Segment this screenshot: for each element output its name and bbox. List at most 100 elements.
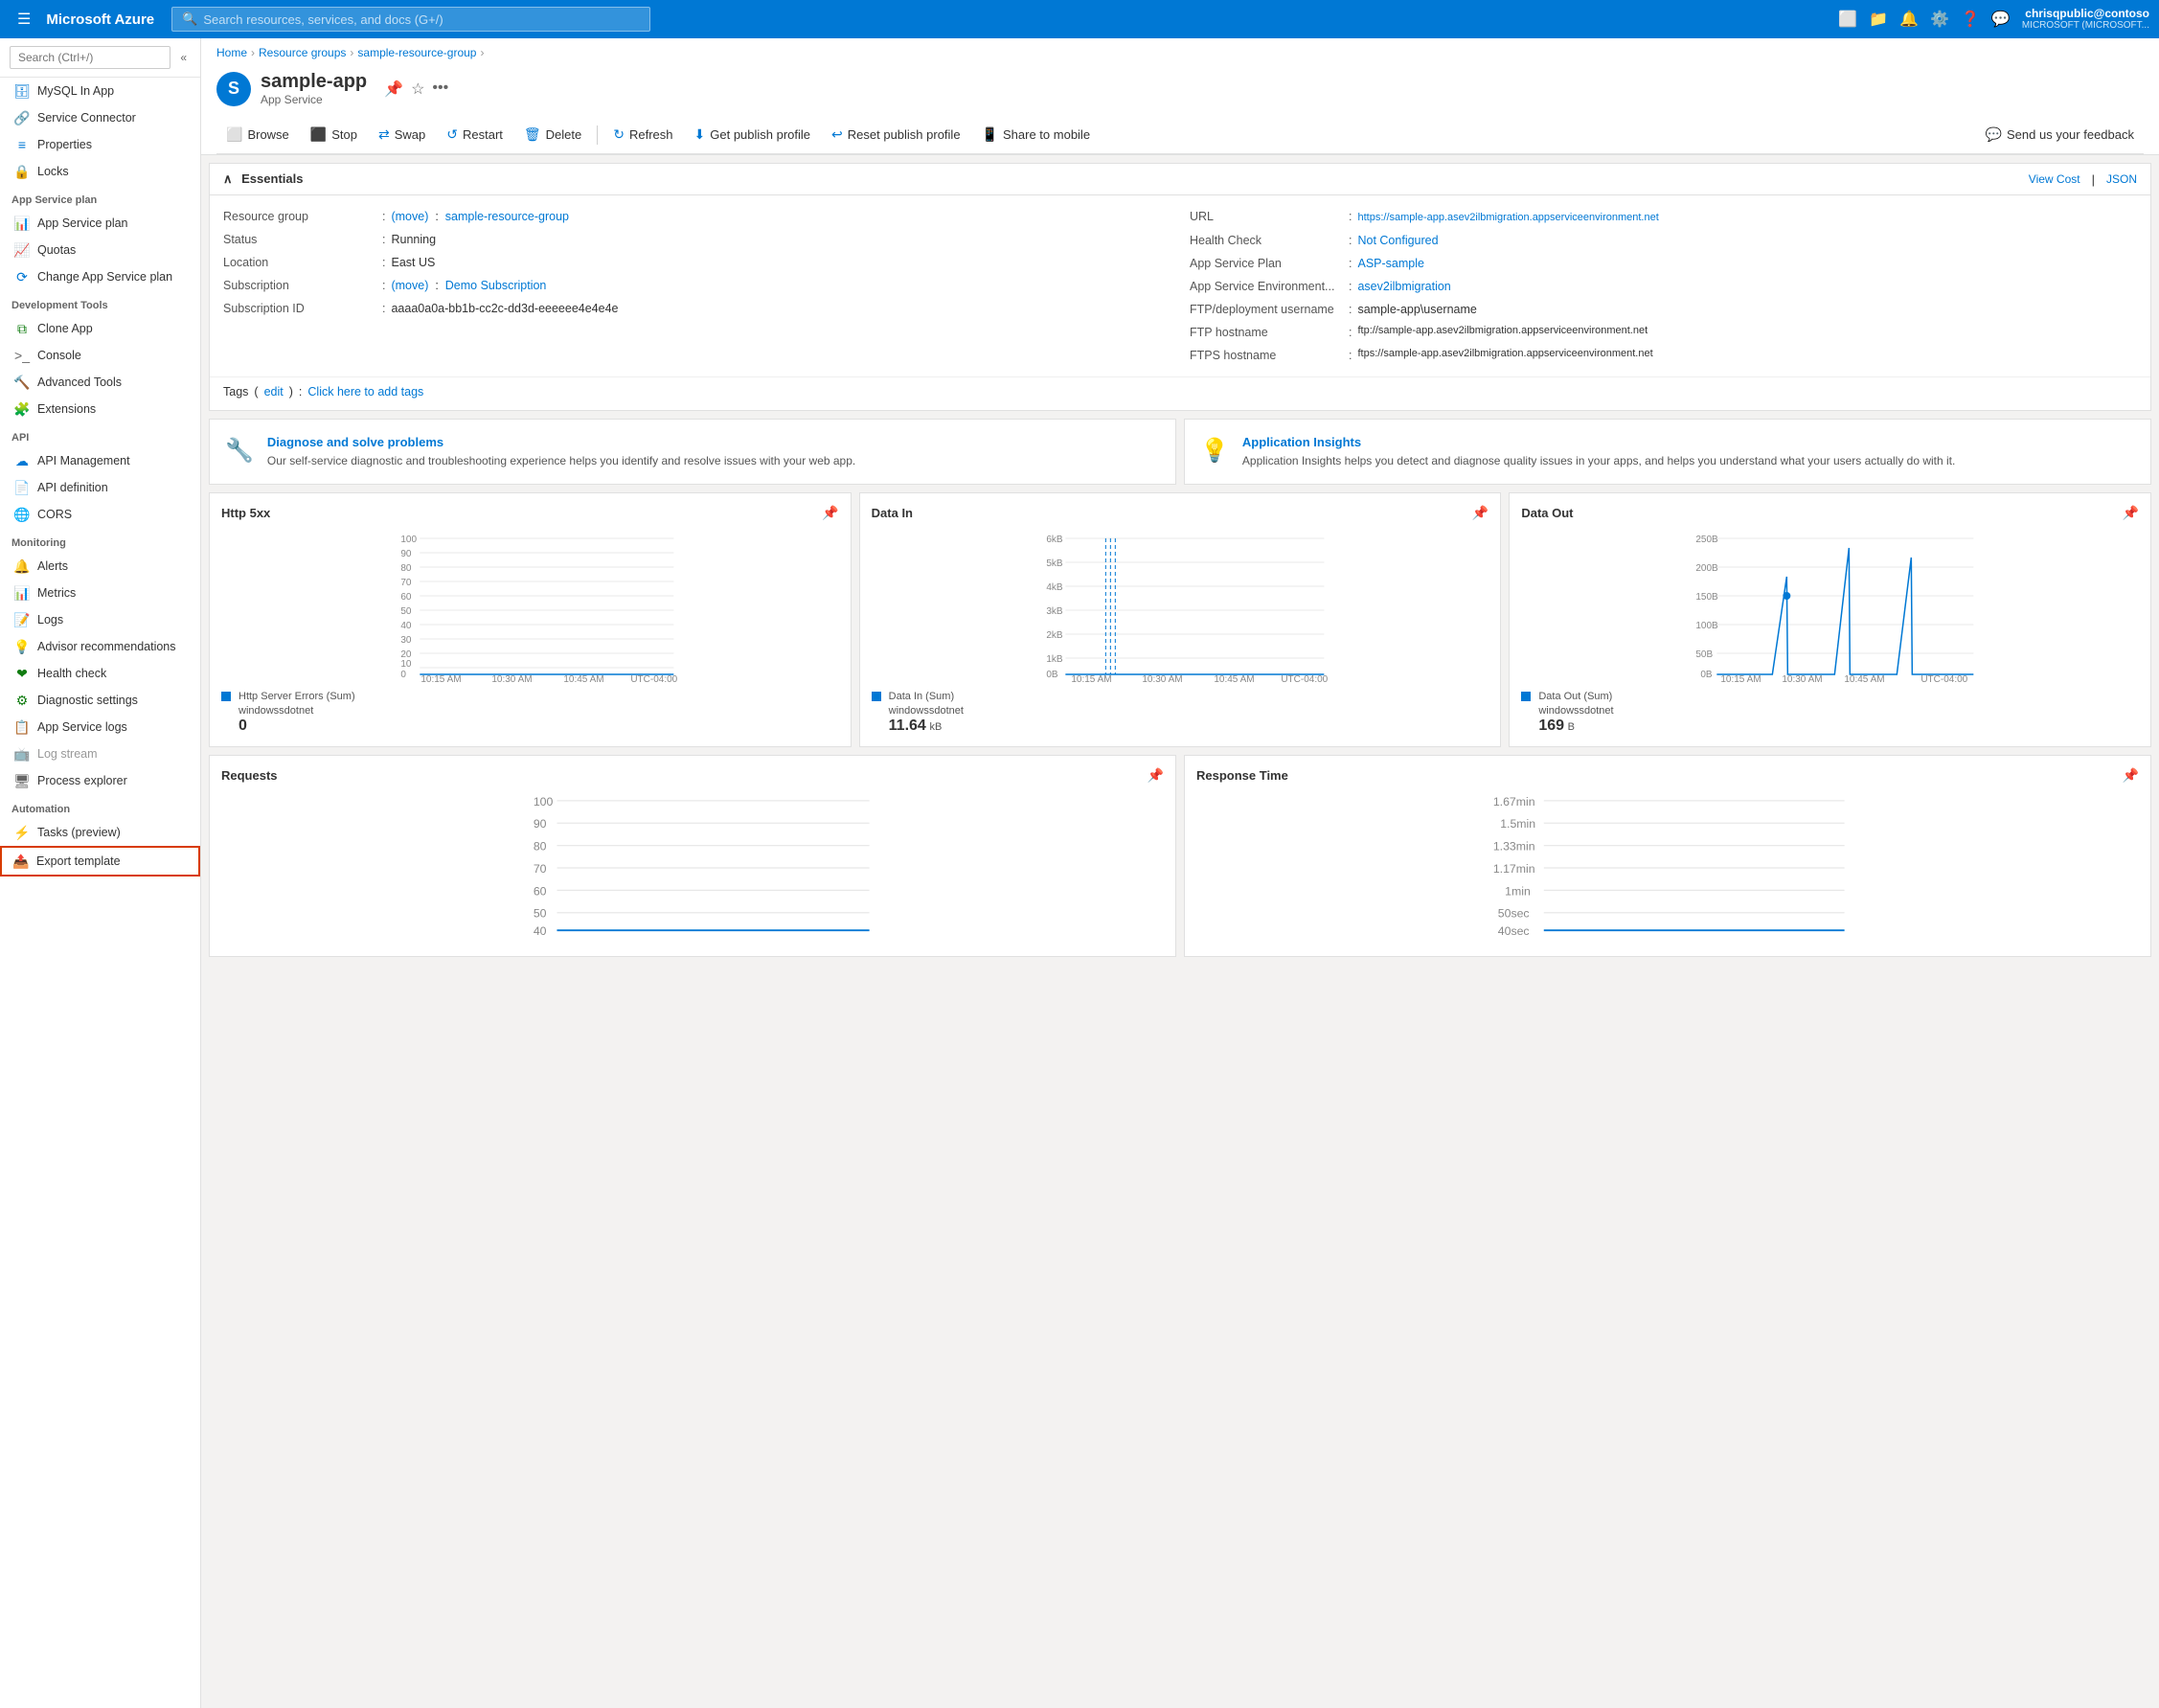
view-cost-link[interactable]: View Cost: [2029, 172, 2080, 187]
app-icon: S: [216, 72, 251, 106]
service-connector-icon: 🔗: [14, 110, 30, 125]
global-search-box[interactable]: 🔍: [171, 7, 650, 32]
rg-name-link[interactable]: sample-resource-group: [445, 210, 569, 223]
sidebar-item-extensions[interactable]: 🧩 Extensions: [0, 396, 200, 422]
svg-text:90: 90: [534, 817, 547, 831]
user-name: chrisqpublic@contoso: [2022, 7, 2149, 20]
delete-button[interactable]: 🗑 Delete: [514, 122, 591, 148]
help-icon[interactable]: ❓: [1961, 10, 1980, 29]
essentials-title-text: Essentials: [241, 171, 303, 186]
chart-data-in-pin[interactable]: 📌: [1472, 505, 1489, 521]
stop-button[interactable]: ⬛ Stop: [301, 122, 367, 148]
reset-publish-profile-button[interactable]: ↩ Reset publish profile: [822, 122, 970, 148]
sidebar-item-advanced-tools[interactable]: 🔨 Advanced Tools: [0, 369, 200, 396]
rg-move-link[interactable]: (move): [391, 210, 428, 223]
health-check-link[interactable]: Not Configured: [1357, 234, 1438, 247]
sidebar-item-change-plan[interactable]: ⟳ Change App Service plan: [0, 263, 200, 290]
breadcrumb-sample-resource-group[interactable]: sample-resource-group: [357, 46, 476, 59]
chart-http5xx-pin[interactable]: 📌: [822, 505, 838, 521]
breadcrumb-resource-groups[interactable]: Resource groups: [259, 46, 346, 59]
svg-text:1kB: 1kB: [1046, 654, 1063, 665]
restart-button[interactable]: ↺ Restart: [437, 122, 512, 148]
sidebar-item-clone-app[interactable]: ⧉ Clone App: [0, 315, 200, 342]
chart-response-time-title: Response Time: [1196, 768, 1288, 783]
hamburger-menu[interactable]: ☰: [10, 6, 38, 33]
svg-text:40sec: 40sec: [1498, 924, 1530, 938]
swap-label: Swap: [395, 127, 426, 142]
subscription-name-link[interactable]: Demo Subscription: [445, 279, 547, 292]
chart-data-in-legend: Data In (Sum) windowssdotnet 11.64 kB: [872, 690, 1489, 735]
user-profile[interactable]: chrisqpublic@contoso MICROSOFT (MICROSOF…: [2022, 7, 2149, 32]
feedback-button[interactable]: 💬 Send us your feedback: [1976, 122, 2144, 148]
sidebar-item-export-template[interactable]: 📤 Export template: [0, 846, 200, 877]
essentials-toggle-icon[interactable]: ∧: [223, 171, 233, 186]
sidebar-item-locks[interactable]: 🔒 Locks: [0, 158, 200, 185]
url-link[interactable]: https://sample-app.asev2ilbmigration.app…: [1357, 212, 1658, 223]
sidebar-item-mysql[interactable]: 🗄 MySQL In App: [0, 78, 200, 104]
breadcrumb-home[interactable]: Home: [216, 46, 247, 59]
sidebar-item-tasks[interactable]: ⚡ Tasks (preview): [0, 819, 200, 846]
tasks-icon: ⚡: [14, 825, 30, 840]
sidebar-item-cors[interactable]: 🌐 CORS: [0, 501, 200, 528]
toolbar-sep-1: [597, 125, 598, 145]
sidebar-search-input[interactable]: [10, 46, 170, 69]
get-publish-profile-button[interactable]: ⬇ Get publish profile: [685, 122, 821, 148]
json-link[interactable]: JSON: [2106, 172, 2137, 187]
svg-text:10:45 AM: 10:45 AM: [1845, 674, 1885, 682]
sidebar-item-alerts[interactable]: 🔔 Alerts: [0, 553, 200, 580]
chart-http5xx-header: Http 5xx 📌: [221, 505, 839, 521]
sidebar-item-log-stream[interactable]: 📺 Log stream: [0, 740, 200, 767]
sidebar-item-diagnostic-settings[interactable]: ⚙ Diagnostic settings: [0, 687, 200, 714]
sidebar-item-app-service-plan[interactable]: 📊 App Service plan: [0, 210, 200, 237]
app-icon-letter: S: [228, 79, 239, 99]
chart-response-time-pin[interactable]: 📌: [2123, 767, 2139, 784]
asp-link[interactable]: ASP-sample: [1357, 257, 1423, 270]
url-value: https://sample-app.asev2ilbmigration.app…: [1357, 207, 1658, 227]
sidebar-item-metrics[interactable]: 📊 Metrics: [0, 580, 200, 606]
svg-text:1.67min: 1.67min: [1493, 795, 1535, 808]
data-in-value-row: 11.64 kB: [889, 717, 964, 735]
share-to-mobile-button[interactable]: 📱 Share to mobile: [972, 122, 1101, 148]
tags-add-link[interactable]: Click here to add tags: [307, 385, 423, 399]
reset-publish-label: Reset publish profile: [848, 127, 961, 142]
sidebar-section-api: API: [0, 422, 200, 447]
sidebar-item-process-explorer[interactable]: 🖥 Process explorer: [0, 767, 200, 794]
sidebar-item-health-check[interactable]: ❤ Health check: [0, 660, 200, 687]
chart-data-out-pin[interactable]: 📌: [2123, 505, 2139, 521]
sidebar-item-logs[interactable]: 📝 Logs: [0, 606, 200, 633]
tags-edit-link[interactable]: edit: [264, 385, 284, 399]
change-plan-icon: ⟳: [14, 269, 30, 285]
directory-icon[interactable]: 📁: [1869, 10, 1888, 29]
sidebar-item-properties[interactable]: ≡ Properties: [0, 131, 200, 158]
sidebar-item-service-connector[interactable]: 🔗 Service Connector: [0, 104, 200, 131]
subscription-move-link[interactable]: (move): [391, 279, 428, 292]
status-label: Status: [223, 230, 376, 249]
swap-button[interactable]: ⇄ Swap: [369, 122, 435, 148]
chart-requests-area: 100 90 80 70 60 50 40: [221, 791, 1164, 945]
chart-requests-pin[interactable]: 📌: [1148, 767, 1164, 784]
notifications-icon[interactable]: 🔔: [1899, 10, 1919, 29]
data-in-legend-label: Data In (Sum): [889, 690, 964, 703]
sidebar-item-quotas[interactable]: 📈 Quotas: [0, 237, 200, 263]
sidebar-item-api-management[interactable]: ☁ API Management: [0, 447, 200, 474]
more-actions-icon[interactable]: •••: [432, 80, 448, 99]
sidebar-item-advisor[interactable]: 💡 Advisor recommendations: [0, 633, 200, 660]
star-icon[interactable]: ☆: [411, 80, 424, 99]
sidebar-collapse-icon[interactable]: «: [176, 49, 191, 66]
settings-icon[interactable]: ⚙️: [1930, 10, 1949, 29]
svg-text:50: 50: [534, 907, 547, 921]
diagnose-title[interactable]: Diagnose and solve problems: [267, 435, 855, 449]
page-header: Home › Resource groups › sample-resource…: [201, 38, 2159, 155]
sidebar-item-api-definition[interactable]: 📄 API definition: [0, 474, 200, 501]
sidebar-item-app-service-logs[interactable]: 📋 App Service logs: [0, 714, 200, 740]
refresh-button[interactable]: ↻ Refresh: [603, 122, 682, 148]
pin-to-favorites-icon[interactable]: 📌: [384, 80, 403, 99]
data-out-unit: B: [1568, 721, 1575, 733]
insights-title[interactable]: Application Insights: [1242, 435, 1955, 449]
global-search-input[interactable]: [203, 12, 640, 27]
browse-button[interactable]: ⬜ Browse: [216, 122, 299, 148]
ase-link[interactable]: asev2ilbmigration: [1357, 280, 1450, 293]
sidebar-item-console[interactable]: >_ Console: [0, 342, 200, 369]
feedback-nav-icon[interactable]: 💬: [1991, 10, 2011, 29]
cloud-shell-icon[interactable]: ⬜: [1838, 10, 1857, 29]
